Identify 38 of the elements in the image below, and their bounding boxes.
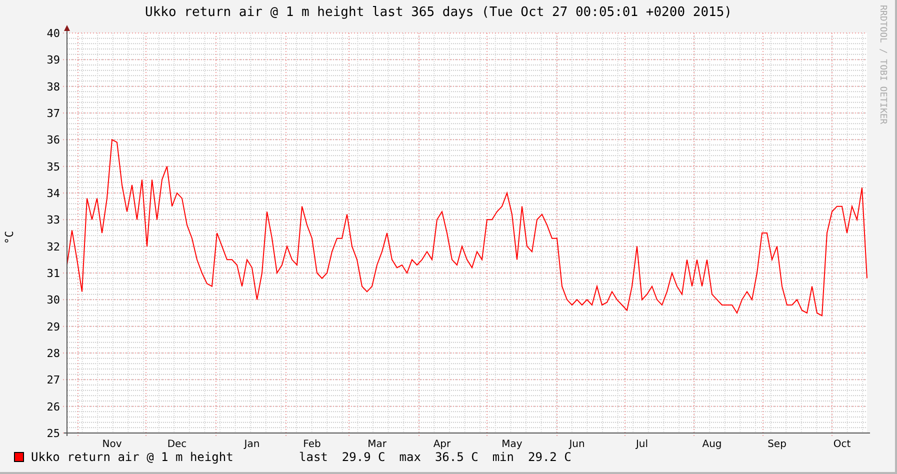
x-tick-label: Jul <box>636 439 648 450</box>
y-tick-label: 27 <box>46 374 60 387</box>
y-tick-label: 29 <box>46 320 60 334</box>
x-tick-label: May <box>502 439 522 450</box>
y-tick-label: 30 <box>46 294 60 307</box>
y-tick-label: 33 <box>46 214 60 227</box>
y-tick-label: 36 <box>46 134 60 147</box>
y-tick-label: 32 <box>46 240 60 254</box>
stat-label: max <box>399 450 421 464</box>
y-tick-label: 39 <box>46 54 60 67</box>
side-credit-text: RRDTOOL / TOBI OETIKER <box>878 5 888 124</box>
y-tick-label: 35 <box>46 160 60 174</box>
legend-label: Ukko return air @ 1 m height <box>31 450 234 464</box>
x-tick-label: Apr <box>433 439 451 450</box>
x-tick-label: Sep <box>768 439 786 450</box>
y-tick-label: 25 <box>46 427 60 440</box>
x-tick-label: Nov <box>102 439 122 450</box>
x-tick-label: Aug <box>702 439 722 450</box>
y-tick-label: 40 <box>46 27 60 40</box>
x-tick-label: Dec <box>167 439 187 450</box>
x-tick-label: Mar <box>368 439 386 450</box>
y-tick-label: 34 <box>46 187 60 200</box>
stat-label: last <box>299 450 328 464</box>
x-tick-label: Jun <box>569 439 585 450</box>
y-tick-label: 31 <box>46 267 60 280</box>
x-tick-label: Feb <box>303 439 321 450</box>
stat-value: 29.2 C <box>528 450 572 464</box>
x-tick-label: Oct <box>833 439 851 450</box>
y-tick-label: 26 <box>46 400 60 414</box>
x-tick-label: Jan <box>244 439 260 450</box>
y-tick-label: 38 <box>46 80 60 94</box>
y-axis-label: °C <box>4 230 16 244</box>
stat-value: 36.5 C <box>434 450 478 464</box>
y-tick-label: 37 <box>46 107 60 120</box>
stat-label: min <box>492 450 514 464</box>
chart-title: Ukko return air @ 1 m height last 365 days (Tue Oct 27 00:05:01 +0200 2015) <box>145 5 732 20</box>
y-tick-label: 28 <box>46 347 60 360</box>
stat-value: 29.9 C <box>342 450 386 464</box>
